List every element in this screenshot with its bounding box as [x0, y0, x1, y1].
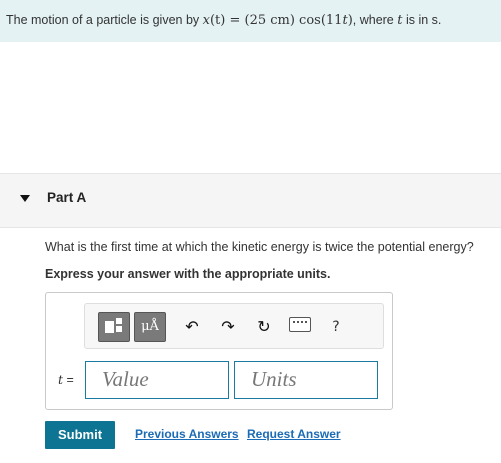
problem-statement: The motion of a particle is given by x(t…: [0, 0, 501, 42]
submit-button[interactable]: Submit: [45, 421, 115, 449]
units-input[interactable]: Units: [234, 361, 378, 399]
units-button[interactable]: μÅ: [134, 312, 166, 342]
value-input[interactable]: Value: [85, 361, 229, 399]
part-a-header[interactable]: Part A: [0, 173, 501, 228]
request-answer-link[interactable]: Request Answer: [247, 427, 341, 441]
part-title: Part A: [47, 190, 87, 205]
help-icon[interactable]: ?: [324, 315, 348, 339]
templates-icon[interactable]: [98, 312, 130, 342]
answer-box: μÅ ↶ ↷ ↻ ? t = Value Units: [45, 292, 393, 410]
undo-icon[interactable]: ↶: [180, 315, 204, 339]
math-toolbar: μÅ ↶ ↷ ↻ ?: [84, 303, 384, 349]
previous-answers-link[interactable]: Previous Answers: [135, 427, 239, 441]
question-text: What is the first time at which the kine…: [45, 240, 474, 254]
motion-equation: x(t) = (25 cm) cos(11t): [202, 13, 353, 28]
statement-prefix: The motion of a particle is given by: [6, 13, 203, 27]
reset-icon[interactable]: ↻: [252, 315, 276, 339]
keyboard-icon[interactable]: [289, 317, 311, 332]
instruction-text: Express your answer with the appropriate…: [45, 267, 331, 281]
statement-suffix: , where: [352, 13, 398, 27]
redo-icon[interactable]: ↷: [216, 315, 240, 339]
collapse-caret-icon[interactable]: [20, 195, 30, 202]
statement-tail: is in s.: [402, 13, 442, 27]
answer-variable-label: t =: [58, 372, 74, 387]
